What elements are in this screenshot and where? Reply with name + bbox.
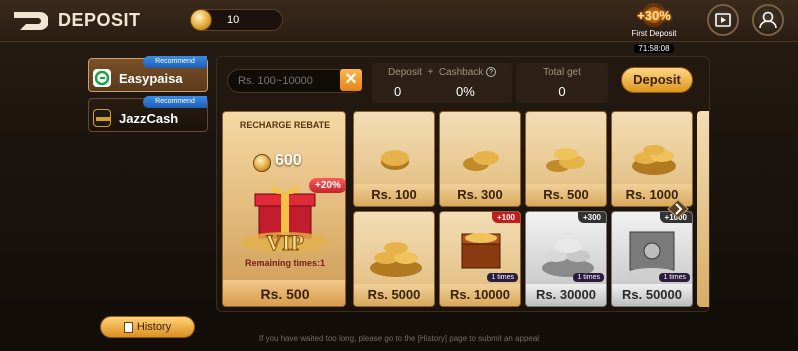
- coin-pile-icon: [632, 145, 676, 175]
- close-icon[interactable]: ✕: [340, 69, 362, 91]
- easypaisa-logo-icon: [93, 69, 111, 87]
- package-card[interactable]: Rs. 500: [525, 111, 607, 207]
- package-bonus-tag: +100: [491, 212, 520, 223]
- recommend-badge: Recommend: [143, 96, 207, 108]
- coin-pile-icon: [370, 242, 422, 277]
- package-price: Rs. 10000: [440, 284, 520, 306]
- package-price: Rs. 5000: [354, 284, 434, 306]
- coin-icon: [253, 154, 271, 172]
- vip-recharge-card[interactable]: RECHARGE REBATE 600 VIP +20% Remaining t…: [222, 111, 346, 307]
- payment-method-label: Easypaisa: [119, 71, 183, 86]
- vip-bonus-badge: +20%: [309, 178, 345, 193]
- profile-icon[interactable]: [752, 4, 784, 36]
- vip-card-title: RECHARGE REBATE: [239, 120, 331, 130]
- vip-text: VIP: [266, 230, 304, 255]
- deposit-cashback-header: Deposit + Cashback ?: [372, 67, 512, 78]
- payment-method-easypaisa[interactable]: Recommend Easypaisa: [88, 56, 208, 92]
- back-arrow-icon[interactable]: [12, 8, 48, 34]
- package-card-partial[interactable]: [697, 111, 709, 307]
- package-times-tag: 1 times: [487, 273, 518, 282]
- deposit-cashback-box: Deposit + Cashback ? 0 0%: [372, 63, 512, 103]
- balance-amount: 10: [227, 14, 240, 26]
- total-get-box: Total get 0: [516, 63, 608, 103]
- first-deposit-promo[interactable]: +30% First Deposit 71:58:08: [630, 2, 678, 56]
- cashback-label: Cashback: [438, 67, 484, 78]
- chevron-right-icon[interactable]: [666, 198, 690, 220]
- first-deposit-percent: +30%: [637, 8, 671, 23]
- recommend-badge: Recommend: [143, 56, 207, 68]
- package-price: Rs. 500: [526, 184, 606, 206]
- vip-coin-amount: 600: [275, 152, 302, 169]
- package-price: Rs. 300: [440, 184, 520, 206]
- package-card[interactable]: Rs. 5000: [353, 211, 435, 307]
- coin-stack-icon: [546, 148, 585, 172]
- deposit-label: Deposit: [387, 67, 422, 78]
- package-card[interactable]: +1000 1 times Rs. 50000: [611, 211, 693, 307]
- document-icon: [123, 321, 133, 333]
- first-deposit-label: First Deposit: [631, 29, 677, 38]
- footer-note: If you have waited too long, please go t…: [258, 334, 540, 343]
- total-get-value: 0: [558, 84, 566, 99]
- vip-price: Rs. 500: [223, 280, 345, 306]
- package-price: Rs. 100: [354, 184, 434, 206]
- vip-remaining-times: Remaining times:1: [244, 258, 326, 268]
- deposit-panel: ✕ Deposit + Cashback ? 0 0% Total get 0 …: [216, 56, 710, 312]
- coin-stack-icon: [463, 151, 499, 171]
- package-card[interactable]: Rs. 1000: [611, 111, 693, 207]
- deposit-button[interactable]: Deposit: [621, 67, 693, 93]
- header-bar: DEPOSIT 10 +30% First Deposit 71:58:08: [0, 0, 798, 53]
- coin-icon: [190, 9, 212, 31]
- total-get-label: Total get: [543, 67, 581, 78]
- package-bonus-tag: +300: [577, 212, 606, 223]
- promo-burst-icon: +30%: [634, 2, 674, 28]
- package-card[interactable]: +300 1 times Rs. 30000: [525, 211, 607, 307]
- payment-method-jazzcash[interactable]: Recommend JazzCash: [88, 96, 208, 132]
- package-times-tag: 1 times: [659, 273, 690, 282]
- question-icon[interactable]: ?: [486, 67, 497, 78]
- coin-icon: [381, 150, 409, 170]
- history-label: History: [136, 321, 172, 333]
- payment-method-label: JazzCash: [119, 111, 179, 126]
- deposit-value: 0: [394, 84, 402, 99]
- package-times-tag: 1 times: [573, 273, 604, 282]
- jazzcash-logo-icon: [93, 109, 111, 127]
- package-card[interactable]: Rs. 100: [353, 111, 435, 207]
- cashback-value: 0%: [456, 84, 475, 99]
- package-price: Rs. 30000: [526, 284, 606, 306]
- balance-display: 10: [190, 9, 283, 31]
- page-title: DEPOSIT: [58, 10, 141, 30]
- first-deposit-timer: 71:58:08: [634, 44, 674, 53]
- plus-sign: +: [427, 67, 434, 78]
- package-card[interactable]: Rs. 300: [439, 111, 521, 207]
- video-play-icon[interactable]: [707, 4, 739, 36]
- package-price: Rs. 50000: [612, 284, 692, 306]
- package-card[interactable]: +100 1 times Rs. 10000: [439, 211, 521, 307]
